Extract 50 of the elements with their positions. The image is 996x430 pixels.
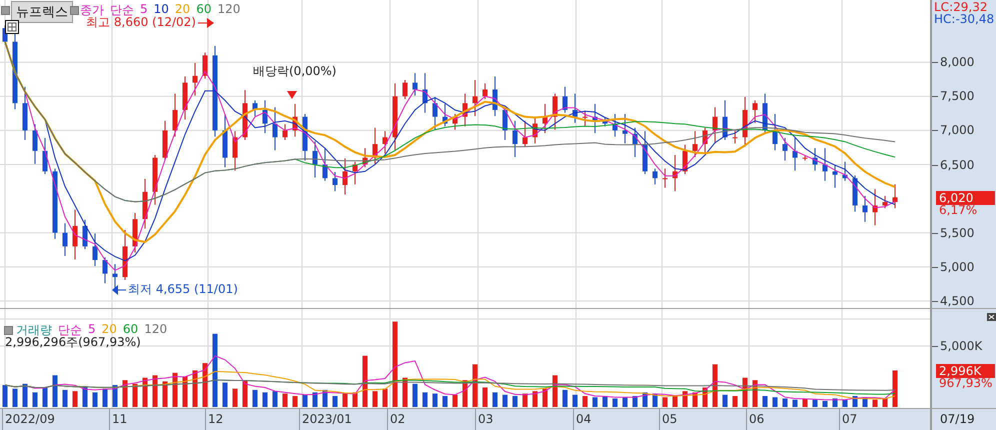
date-label: 04	[573, 409, 592, 430]
hc-value: HC:-30,48	[934, 13, 994, 26]
legend-period: 60	[196, 2, 212, 18]
legend-label: 단순	[110, 2, 134, 17]
square-icon[interactable]	[4, 326, 13, 335]
right-arrow-icon	[198, 18, 214, 28]
date-label: 07	[839, 409, 858, 430]
change-tag: 6,17%	[939, 204, 978, 218]
volume-tick-label: 5,000K	[932, 339, 982, 353]
date-label: 2023/01	[299, 409, 352, 430]
date-label: 02	[387, 409, 406, 430]
legend-period: 5	[140, 2, 148, 17]
date-label: 2022/09	[2, 409, 55, 430]
lc-value: LC:29,32	[934, 1, 988, 14]
low-price-note: 최저 4,655 (11/01)	[128, 283, 238, 296]
table-icon[interactable]	[5, 20, 19, 34]
price-tick-label: 5,000	[932, 260, 974, 274]
legend-label: 단순	[58, 322, 82, 337]
price-tick-label: 8,000	[932, 55, 974, 70]
square-icon[interactable]	[1, 6, 10, 15]
price-tick-label: 4,500	[932, 294, 974, 308]
dividend-note: 배당락(0,00%)	[253, 65, 336, 78]
legend-period: 20	[174, 2, 190, 16]
legend-period: 5	[88, 322, 96, 336]
date-label: 12	[205, 409, 224, 430]
square-icon[interactable]	[70, 6, 79, 15]
date-label: 03	[475, 409, 494, 430]
legend-period: 60	[122, 322, 138, 336]
price-tick-label: 7,500	[932, 89, 974, 104]
price-tick-label: 5,500	[932, 226, 974, 240]
volume-change-tag: 967,93%	[939, 377, 992, 391]
legend-period: 120	[144, 322, 168, 338]
legend-label: 거래량	[16, 322, 52, 337]
high-price-note: 최고 8,660 (12/02)	[86, 16, 196, 30]
legend-series-name: 종가	[80, 2, 104, 17]
volume-info: 2,996,296주(967,93%)	[5, 336, 141, 350]
legend-period: 20	[102, 322, 117, 336]
date-label: 06	[746, 409, 764, 430]
date-label: 11	[109, 409, 128, 430]
price-tag: 6,020	[936, 191, 995, 206]
close-icon[interactable]	[987, 313, 996, 321]
legend-period: 10	[154, 2, 169, 16]
left-arrow-icon	[112, 285, 126, 295]
legend-period: 120	[217, 2, 240, 18]
price-tick-label: 7,000	[932, 123, 974, 138]
date-label: 05	[659, 409, 678, 430]
down-arrow-icon	[287, 91, 297, 101]
price-tick-label: 6,500	[932, 158, 974, 172]
volume-tag: 2,996K	[936, 364, 995, 378]
stock-name-button[interactable]: 뉴프렉스	[11, 1, 73, 23]
